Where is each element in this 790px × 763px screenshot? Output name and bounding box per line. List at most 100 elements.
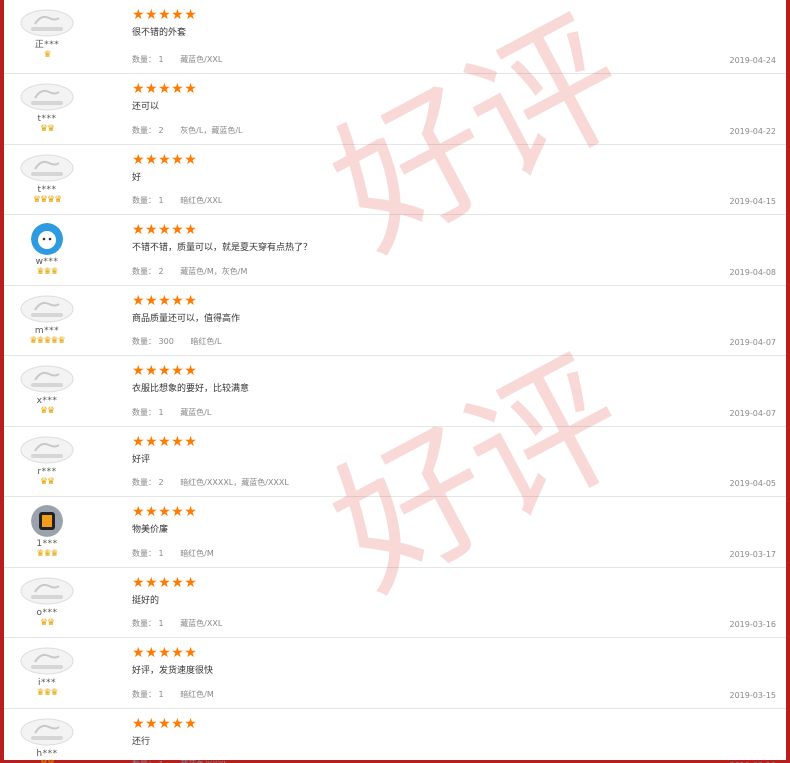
buyer-level-badge: ♛♛♛ <box>36 549 58 559</box>
reviewer-name: t*** <box>37 114 57 124</box>
order-meta: 数量： 1 暗红色/M <box>132 548 214 559</box>
review-item: w*** ♛♛♛ ★★★★★ 不错不错，质量可以，就是夏天穿有点热了？ 数量： … <box>4 215 786 286</box>
review-date: 2019-04-05 <box>729 479 777 488</box>
cartoon-photo-avatar[interactable] <box>31 223 63 255</box>
rating-stars: ★★★★★ <box>132 363 198 379</box>
review-text: 挺好的 <box>132 595 160 606</box>
buyer-level-badge: ♛♛ <box>14 759 80 763</box>
buyer-level-badge: ♛♛ <box>39 124 55 134</box>
order-quantity: 数量： 2 <box>132 478 164 487</box>
order-quantity: 数量： 1 <box>132 55 164 64</box>
order-spec: 暗红色/L <box>190 337 222 346</box>
reviewer-info: h*** ♛♛ <box>14 717 80 763</box>
order-quantity: 数量： 1 <box>132 548 164 558</box>
order-spec: 藏蓝色/L <box>180 407 212 417</box>
order-quantity: 数量： 300 <box>132 337 174 346</box>
reviewer-name: o*** <box>36 607 58 618</box>
buyer-level-badge: ♛ <box>43 50 51 60</box>
review-text: 好 <box>132 172 142 183</box>
rating-stars: ★★★★★ <box>132 574 198 591</box>
alibaba-logo-avatar[interactable] <box>19 82 75 112</box>
reviewer-name: m*** <box>34 325 60 336</box>
order-meta: 数量： 2 灰色/L，藏蓝色/L <box>132 125 243 136</box>
buyer-level-badge: ♛♛ <box>39 406 55 416</box>
order-meta: 数量： 1 暗红色/XXL <box>132 195 222 206</box>
review-text: 还行 <box>132 736 151 747</box>
reviewer-info: 正*** ♛ <box>14 8 80 60</box>
rating-stars: ★★★★★ <box>132 81 198 97</box>
order-spec: 灰色/L，藏蓝色/L <box>180 125 243 135</box>
order-quantity: 数量： 1 <box>132 196 164 205</box>
review-item: i*** ♛♛♛ ★★★★★ 好评，发货速度很快 数量： 1 暗红色/M 201… <box>4 638 786 709</box>
buyer-level-badge: ♛♛♛♛ <box>32 194 62 205</box>
order-spec: 暗红色/M <box>180 548 214 558</box>
reviewer-info: t*** ♛♛ <box>14 82 80 134</box>
order-meta: 数量： 1 藏蓝色/XXL <box>132 54 222 65</box>
review-item: 正*** ♛ ★★★★★ 很不错的外套 数量： 1 藏蓝色/XXL 2019-0… <box>4 0 786 74</box>
alibaba-logo-avatar[interactable] <box>19 8 75 38</box>
buyer-level-badge: ♛♛♛ <box>36 267 58 277</box>
reviewer-name: 1*** <box>36 539 58 549</box>
order-quantity: 数量： 1 <box>132 689 164 699</box>
rating-stars: ★★★★★ <box>132 7 198 23</box>
order-spec: 藏蓝色/M，灰色/M <box>180 266 248 276</box>
review-date: 2019-04-08 <box>729 267 777 277</box>
order-quantity: 数量： 2 <box>132 125 164 135</box>
order-meta: 数量： 1 藏蓝色/L <box>132 407 211 418</box>
order-meta: 数量： 1 暗红色/M <box>132 689 214 700</box>
review-date: 2019-03-16 <box>729 620 777 629</box>
order-meta: 数量： 1 藏蓝色/XXL <box>132 618 222 629</box>
alibaba-logo-avatar[interactable] <box>19 717 75 747</box>
review-item: t*** ♛♛ ★★★★★ 还可以 数量： 2 灰色/L，藏蓝色/L 2019-… <box>4 74 786 145</box>
reviewer-info: i*** ♛♛♛ <box>14 646 80 698</box>
buyer-level-badge: ♛♛ <box>39 476 55 487</box>
review-text: 还可以 <box>132 102 160 112</box>
reviewer-name: i*** <box>37 678 56 688</box>
order-spec: 暗红色/XXL <box>180 196 223 205</box>
reviewer-info: m*** ♛♛♛♛♛ <box>14 294 80 346</box>
review-date: 2019-04-07 <box>729 338 777 347</box>
review-item: o*** ♛♛ ★★★★★ 挺好的 数量： 1 藏蓝色/XXL 2019-03-… <box>4 568 786 638</box>
rating-stars: ★★★★★ <box>132 151 198 168</box>
reviewer-name: h*** <box>36 748 58 759</box>
alibaba-logo-avatar[interactable] <box>19 646 75 676</box>
order-spec: 暗红色/XXXXL，藏蓝色/XXXL <box>180 478 289 487</box>
order-meta: 数量： 2 暗红色/XXXXL，藏蓝色/XXXL <box>132 477 289 488</box>
alibaba-logo-avatar[interactable] <box>19 435 75 465</box>
order-quantity: 数量： 2 <box>132 266 164 276</box>
alibaba-logo-avatar[interactable] <box>19 153 75 183</box>
rating-stars: ★★★★★ <box>132 292 198 309</box>
review-date: 2019-03-15 <box>729 690 777 700</box>
order-quantity: 数量： 1 <box>132 407 164 417</box>
buyer-level-badge: ♛♛♛ <box>36 688 58 698</box>
review-item: 1*** ♛♛♛ ★★★★★ 物美价廉 数量： 1 暗红色/M 2019-03-… <box>4 497 786 568</box>
order-quantity: 数量： 1 <box>132 619 164 628</box>
review-date: 2019-04-07 <box>729 408 777 418</box>
reviewer-info: x*** ♛♛ <box>14 364 80 416</box>
review-text: 好评 <box>132 454 151 465</box>
order-meta: 数量： 300 暗红色/L <box>132 336 222 347</box>
rating-stars: ★★★★★ <box>132 504 198 520</box>
buyer-level-badge: ♛♛ <box>39 617 55 628</box>
review-date: 2019-04-24 <box>729 56 777 65</box>
order-spec: 暗红色/M <box>180 689 214 699</box>
reviewer-name: x*** <box>36 396 58 406</box>
alibaba-logo-avatar[interactable] <box>19 364 75 394</box>
review-text: 商品质量还可以，值得高作 <box>132 313 241 324</box>
reviewer-info: o*** ♛♛ <box>14 576 80 628</box>
alibaba-logo-avatar[interactable] <box>19 294 75 324</box>
review-text: 物美价廉 <box>132 525 169 535</box>
review-item: x*** ♛♛ ★★★★★ 衣服比想象的要好，比较满意 数量： 1 藏蓝色/L … <box>4 356 786 427</box>
rating-stars: ★★★★★ <box>132 645 198 661</box>
reviewer-info: t*** ♛♛♛♛ <box>14 153 80 205</box>
reviewer-name: 正*** <box>34 40 60 50</box>
buyer-level-badge: ♛♛♛♛♛ <box>29 335 65 346</box>
reviewer-info: w*** ♛♛♛ <box>14 223 80 277</box>
review-item: t*** ♛♛♛♛ ★★★★★ 好 数量： 1 暗红色/XXL 2019-04-… <box>4 145 786 215</box>
review-date: 2019-04-22 <box>729 126 777 136</box>
review-text: 很不错的外套 <box>132 28 187 38</box>
watch-photo-avatar[interactable] <box>31 505 63 537</box>
review-date: 2019-04-15 <box>729 197 777 206</box>
alibaba-logo-avatar[interactable] <box>19 576 75 606</box>
reviewer-info: r*** ♛♛ <box>14 435 80 487</box>
